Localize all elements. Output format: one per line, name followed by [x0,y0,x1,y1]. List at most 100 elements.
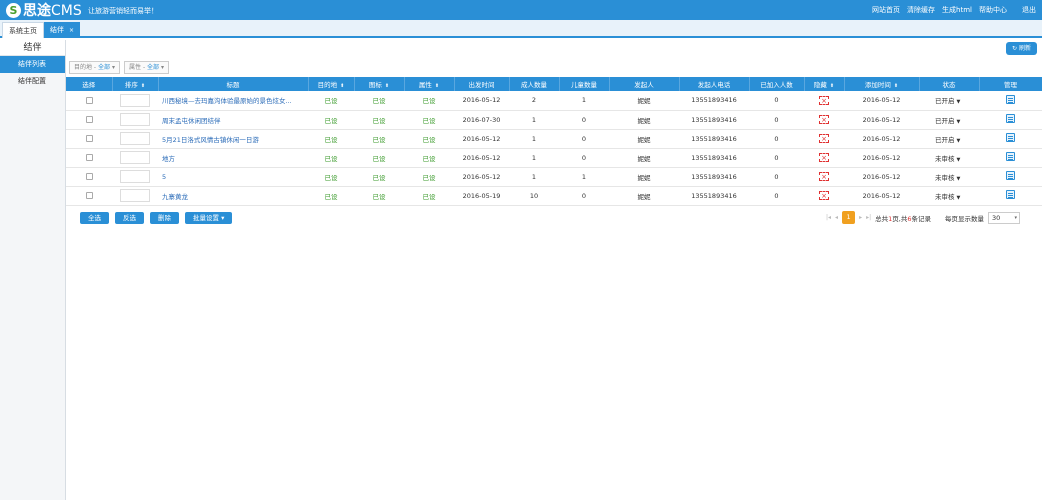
attribute-set-link[interactable]: 已设 [423,174,436,182]
invert-selection-button[interactable]: 反选 [115,212,144,224]
column-header[interactable]: 添加时间 ⬍ [844,77,920,91]
table-row: 5月21日洛式风情古镇休闲一日游 已设 已设 已设 2016-05-12 1 0 妮妮 1355… [66,129,1042,148]
link-clear-cache[interactable]: 清除缓存 [907,5,935,15]
attribute-set-link[interactable]: 已设 [423,117,436,125]
row-title-link[interactable]: 九寨黄龙 [162,193,188,201]
logout-link[interactable]: 退出 [1022,5,1036,15]
next-page-icon[interactable]: ▸ [859,214,862,221]
filter-destination[interactable]: 目的地 - 全部 ▾ [69,61,121,74]
refresh-icon: ↻ [1012,45,1018,52]
link-help-center[interactable]: 帮助中心 [979,5,1007,15]
manage-list-icon[interactable] [1006,133,1015,142]
prev-page-icon[interactable]: ◂ [835,214,838,221]
column-header[interactable]: 属性 ⬍ [404,77,455,91]
status-dropdown[interactable]: 未审核 ▼ [935,172,963,182]
attribute-set-link[interactable]: 已设 [423,97,436,105]
delete-button[interactable]: 删除 [150,212,179,224]
manage-list-icon[interactable] [1006,190,1015,199]
refresh-button[interactable]: ↻ 刷新 [1006,42,1037,55]
sort-order-input[interactable] [120,132,150,145]
column-header[interactable]: 排序 ⬍ [112,77,159,91]
row-checkbox[interactable] [85,192,93,199]
column-header[interactable]: 图标 ⬍ [354,77,405,91]
logo[interactable]: S 思途CMS [6,1,82,19]
row-title-link[interactable]: 周末孟屯休闲团结伴 [162,117,221,125]
destination-set-link[interactable]: 已设 [325,97,338,105]
row-title-link[interactable]: 5 [162,173,166,181]
manage-list-icon[interactable] [1006,171,1015,180]
destination-set-link[interactable]: 已设 [325,174,338,182]
tab-system-home[interactable]: 系统主页 [2,22,44,38]
icon-set-link[interactable]: 已设 [373,117,386,125]
select-all-button[interactable]: 全选 [80,212,109,224]
table-row: 地方 已设 已设 已设 2016-05-12 1 0 妮妮 13551893416 0 × 2016-… [66,148,1042,167]
sort-order-input[interactable] [120,189,150,202]
sort-order-input[interactable] [120,93,150,107]
sort-icon[interactable]: ⬍ [141,83,145,89]
column-header[interactable]: 目的地 ⬍ [308,77,355,91]
sidebar: 结伴 结伴列表 结伴配置 [0,40,66,500]
status-dropdown[interactable]: 已开启 ▼ [935,115,963,125]
column-header[interactable]: 隐藏 ⬍ [804,77,845,91]
sidebar-title: 结伴 [0,40,65,56]
link-site-home[interactable]: 网站首页 [872,5,900,15]
sort-order-input[interactable] [120,151,150,164]
first-page-icon[interactable]: |◂ [826,214,831,221]
attribute-set-link[interactable]: 已设 [423,155,436,163]
manage-list-icon[interactable] [1006,94,1015,104]
link-generate-html[interactable]: 生成html [942,5,972,15]
tab-companion[interactable]: 结伴 × [44,22,81,38]
close-icon[interactable]: × [69,27,74,34]
destination-set-link[interactable]: 已设 [325,155,338,163]
destination-set-link[interactable]: 已设 [325,136,338,144]
icon-set-link[interactable]: 已设 [373,136,386,144]
row-title-link[interactable]: 川西秘境—去玛嘉沟体验最原始的景色炫女... [162,97,292,105]
hidden-toggle-icon[interactable]: × [819,134,829,143]
sort-icon[interactable]: ⬍ [340,83,344,89]
row-title-link[interactable]: 地方 [162,155,175,163]
hidden-toggle-icon[interactable]: × [819,95,829,105]
status-dropdown[interactable]: 未审核 ▼ [935,191,963,201]
row-checkbox[interactable] [85,135,93,142]
sort-order-input[interactable] [120,170,150,183]
destination-set-link[interactable]: 已设 [325,193,338,201]
per-page-select[interactable]: 30 ▾ [987,211,1020,224]
sidebar-item-companion-config[interactable]: 结伴配置 [0,73,65,90]
icon-set-link[interactable]: 已设 [373,155,386,163]
icon-set-link[interactable]: 已设 [373,97,386,105]
icon-set-link[interactable]: 已设 [373,193,386,201]
page-number-current[interactable]: 1 [842,211,856,224]
row-checkbox[interactable] [85,154,93,161]
manage-list-icon[interactable] [1006,152,1015,161]
status-dropdown[interactable]: 已开启 ▼ [935,95,963,105]
hidden-toggle-icon[interactable]: × [819,115,829,124]
row-checkbox[interactable] [85,173,93,180]
sort-order-input[interactable] [120,113,150,126]
filter-attribute[interactable]: 属性 - 全部 ▾ [124,61,170,74]
attribute-set-link[interactable]: 已设 [423,193,436,201]
sort-icon[interactable]: ⬍ [894,83,898,89]
icon-set-link[interactable]: 已设 [373,174,386,182]
row-checkbox[interactable] [85,96,93,104]
sort-icon[interactable]: ⬍ [435,83,439,89]
column-header: 已加入人数 [749,77,805,91]
destination-set-link[interactable]: 已设 [325,117,338,125]
hidden-toggle-icon[interactable]: × [819,153,829,162]
sidebar-item-companion-list[interactable]: 结伴列表 [0,56,65,73]
batch-settings-button[interactable]: 批量设置 ▾ [185,212,233,224]
attribute-set-link[interactable]: 已设 [423,136,436,144]
depart-date: 2016-05-12 [462,134,501,143]
row-title-link[interactable]: 5月21日洛式风情古镇休闲一日游 [162,136,259,144]
joined-count: 0 [774,172,779,181]
status-dropdown[interactable]: 已开启 ▼ [935,134,963,144]
manage-list-icon[interactable] [1006,114,1015,123]
status-dropdown[interactable]: 未审核 ▼ [935,153,963,163]
hidden-toggle-icon[interactable]: × [819,191,829,200]
last-page-icon[interactable]: ▸| [866,214,871,221]
table-header: 选择 排序 ⬍ 标题 目的地 ⬍ 图标 ⬍ 属性 ⬍ 出发时间 成人数量 儿童数量 发起人 发起人电话 已加入… [66,77,1042,91]
hidden-toggle-icon[interactable]: × [819,172,829,181]
adult-count: 1 [531,115,537,124]
row-checkbox[interactable] [85,116,93,123]
sort-icon[interactable]: ⬍ [385,83,389,89]
sort-icon[interactable]: ⬍ [830,83,834,89]
